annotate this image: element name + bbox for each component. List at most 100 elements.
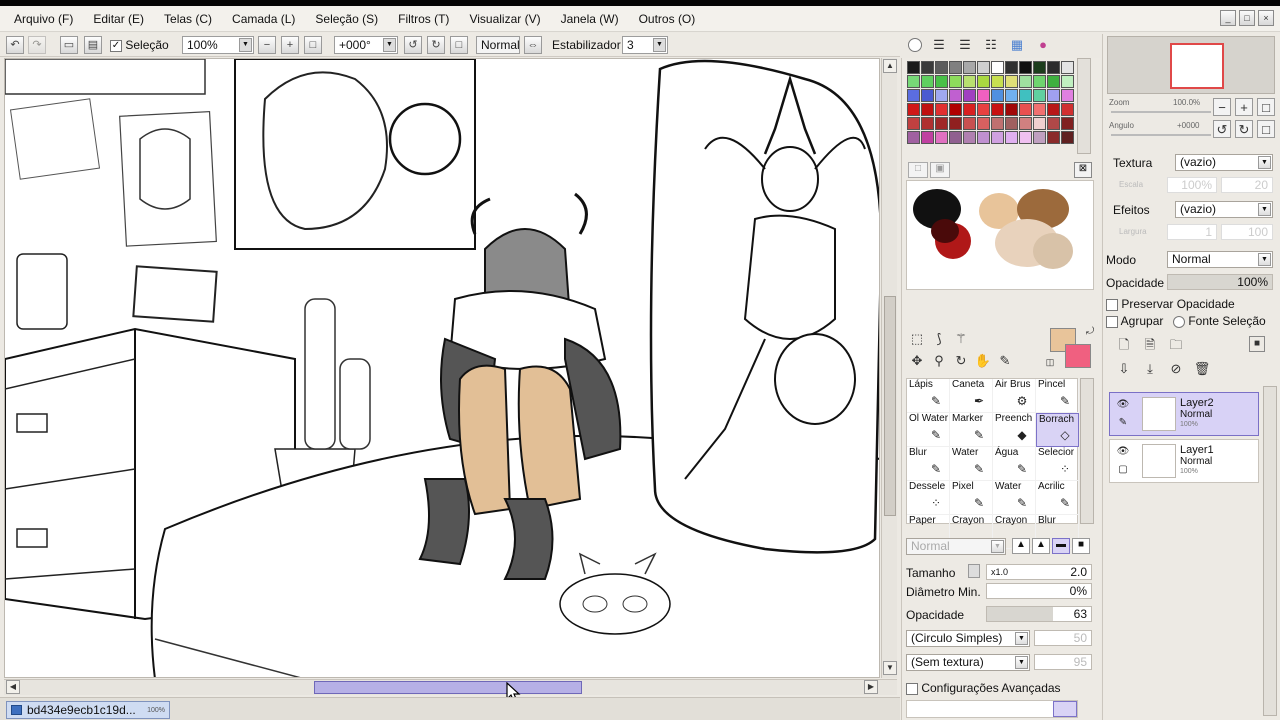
swatch-grid-icon[interactable]: ▦	[1008, 36, 1026, 54]
advanced-settings-toggle[interactable]: Configurações Avançadas	[906, 681, 1061, 695]
menu-selecao[interactable]: Seleção (S)	[309, 12, 384, 26]
color-swatch[interactable]	[1005, 117, 1018, 130]
brush-preset[interactable]: Water ✎	[993, 481, 1036, 515]
mixer-settings-icon[interactable]: ⊠	[1074, 162, 1092, 178]
color-swatch[interactable]	[1033, 61, 1046, 74]
color-swatch[interactable]	[1005, 61, 1018, 74]
color-swatch[interactable]	[1061, 61, 1074, 74]
rgb-slider-icon[interactable]: ☰	[930, 36, 948, 54]
layer-effects-select[interactable]: (vazio) ▼	[1175, 201, 1273, 218]
navigator-preview[interactable]	[1107, 36, 1275, 94]
nav-zoom-out-icon[interactable]: −	[1213, 98, 1231, 116]
flip-icon[interactable]: ⇔	[524, 36, 542, 54]
color-swatch[interactable]	[949, 75, 962, 88]
color-swatch[interactable]	[921, 89, 934, 102]
advanced-checkbox[interactable]	[906, 682, 918, 695]
color-swatch[interactable]	[1047, 117, 1060, 130]
hsv-slider-icon[interactable]: ☰	[956, 36, 974, 54]
zoom-in-icon[interactable]: +	[281, 36, 299, 54]
brush-preset[interactable]: Pincel ✎	[1036, 379, 1079, 413]
invert-selection-icon[interactable]: ▤	[84, 36, 102, 54]
color-swatch[interactable]	[949, 117, 962, 130]
color-swatch[interactable]	[963, 75, 976, 88]
color-swatch[interactable]	[977, 61, 990, 74]
eyedropper-icon[interactable]: ✎	[996, 352, 1014, 370]
eye-icon[interactable]: 👁	[1116, 446, 1130, 458]
nav-rotate-reset-icon[interactable]: □	[1257, 120, 1275, 138]
color-swatch[interactable]	[991, 61, 1004, 74]
close-icon[interactable]: ×	[1258, 10, 1274, 26]
brush-preset[interactable]: Preench ◆	[993, 413, 1036, 447]
minimize-icon[interactable]: _	[1220, 10, 1236, 26]
color-swatch[interactable]	[1005, 75, 1018, 88]
color-swatch[interactable]	[1005, 131, 1018, 144]
zoom-icon[interactable]: ⚲	[930, 352, 948, 370]
color-swatch[interactable]	[1047, 61, 1060, 74]
color-swatch[interactable]	[935, 61, 948, 74]
brush-opacity-slider[interactable]: 63	[986, 606, 1092, 622]
menu-camada[interactable]: Camada (L)	[226, 12, 301, 26]
layer-scale-slider[interactable]: 100%	[1167, 177, 1217, 193]
color-swatch[interactable]	[949, 61, 962, 74]
selection-source-radio[interactable]	[1173, 315, 1185, 328]
color-swatch[interactable]	[907, 117, 920, 130]
eye-icon[interactable]: 👁	[1116, 399, 1130, 411]
brush-preset[interactable]: Lápis ✎	[907, 379, 950, 413]
texture-strength-slider[interactable]: 95	[1034, 654, 1092, 670]
brush-preset[interactable]: Air Brus ⚙	[993, 379, 1036, 413]
trash-icon[interactable]: 🗑	[1193, 360, 1211, 378]
menu-visualizar[interactable]: Visualizar (V)	[463, 12, 546, 26]
color-swatch[interactable]	[1061, 75, 1074, 88]
layer-texture-select[interactable]: (vazio) ▼	[1175, 154, 1273, 171]
layer-item[interactable]: 👁 ▢ Layer1 Normal 100%	[1109, 439, 1259, 483]
brush-preset[interactable]: Água ✎	[993, 447, 1036, 481]
document-tab[interactable]: bd434e9ecb1c19d... 100%	[6, 701, 170, 719]
layer-width-slider[interactable]: 1	[1167, 224, 1217, 240]
color-swatch[interactable]	[921, 117, 934, 130]
selection-source-toggle[interactable]: Fonte Seleção	[1173, 314, 1266, 328]
new-linked-layer-icon[interactable]: 🗎	[1141, 336, 1159, 354]
magic-wand-icon[interactable]: ⚚	[952, 330, 970, 348]
color-swatch[interactable]	[1019, 117, 1032, 130]
swap-colors-icon[interactable]: ⤾	[1084, 326, 1096, 338]
color-swatch[interactable]	[907, 89, 920, 102]
color-swatch[interactable]	[921, 75, 934, 88]
color-swatch[interactable]	[921, 61, 934, 74]
canvas-vertical-scrollbar[interactable]: ▲ ▼	[881, 58, 897, 678]
size-multiplier-icon[interactable]	[968, 564, 980, 578]
rotate-icon[interactable]: ↻	[952, 352, 970, 370]
brush-preset[interactable]: Water ✎	[950, 447, 993, 481]
color-swatch[interactable]	[1005, 103, 1018, 116]
scroll-up-icon[interactable]: ▲	[883, 59, 897, 73]
rotation-select[interactable]: +000° ▼	[334, 36, 398, 54]
color-swatch[interactable]	[1047, 131, 1060, 144]
color-swatch[interactable]	[907, 131, 920, 144]
color-swatch[interactable]	[1019, 61, 1032, 74]
brush-scrollbar[interactable]	[1080, 378, 1094, 524]
layer-mask-icon[interactable]: ■	[1249, 336, 1265, 352]
color-swatch[interactable]	[977, 131, 990, 144]
color-swatch[interactable]	[1019, 103, 1032, 116]
layer-mode-select[interactable]: Normal ▼	[1167, 251, 1273, 268]
menu-janela[interactable]: Janela (W)	[555, 12, 625, 26]
menu-filtros[interactable]: Filtros (T)	[392, 12, 455, 26]
scroll-right-icon[interactable]: ▶	[864, 680, 878, 694]
folder-icon[interactable]: 🗀	[1167, 336, 1185, 354]
brush-preset[interactable]: Dessele ⁘	[907, 481, 950, 515]
color-swatch[interactable]	[977, 103, 990, 116]
vertical-scroll-thumb[interactable]	[884, 296, 896, 516]
tip-hard-icon[interactable]: ▬	[1052, 538, 1070, 554]
transparent-color-icon[interactable]: ◫	[1044, 356, 1056, 368]
color-mixer-icon[interactable]: ●	[1034, 36, 1052, 54]
brush-preset[interactable]: Pixel ✎	[950, 481, 993, 515]
move-icon[interactable]: ✥	[908, 352, 926, 370]
color-swatch[interactable]	[963, 117, 976, 130]
brush-preset[interactable]: Selecior ⁘	[1036, 447, 1079, 481]
layer-lock-icon[interactable]: ▢	[1116, 464, 1130, 476]
lasso-icon[interactable]: ⟆	[930, 330, 948, 348]
drawing-canvas[interactable]	[4, 58, 880, 678]
selection-toggle[interactable]: ✓ Seleção	[110, 38, 169, 52]
deselect-icon[interactable]: ▭	[60, 36, 78, 54]
preserve-opacity-toggle[interactable]: Preservar Opacidade	[1106, 297, 1235, 311]
blend-mode-toggle[interactable]: Normal	[476, 36, 520, 54]
